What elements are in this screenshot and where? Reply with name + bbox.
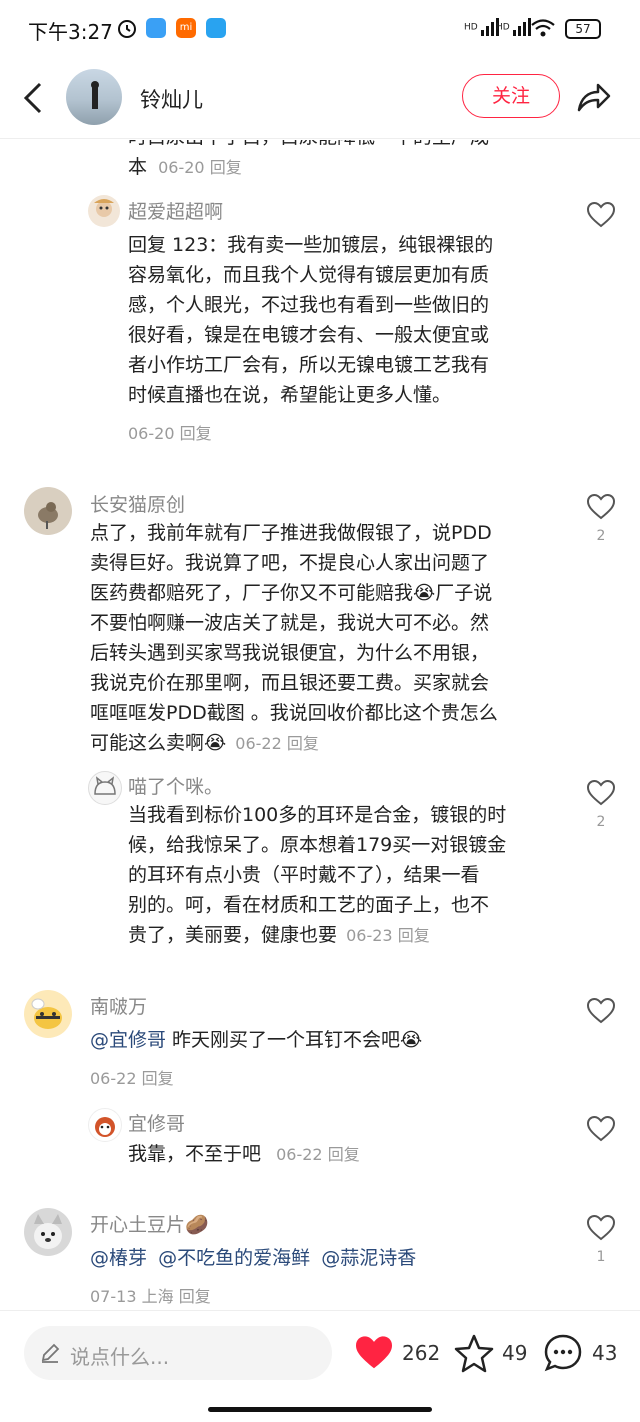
comment-body: 我靠，不至于吧 06-22 回复 [128,1139,568,1169]
mention-link[interactable]: @不吃鱼的爱海鲜 [158,1247,310,1269]
like-filled-icon[interactable] [354,1335,394,1375]
comment-line: 很好看，镍是在电镀才会有、一般太便宜或 [128,324,490,346]
comment-line: 候，给我惊呆了。原本想着179买一对银镀金 [128,834,507,856]
comment-body: @宜修哥 昨天刚买了一个耳钉不会吧😭 06-22 回复 [90,1025,570,1089]
comment-date: 06-22 [276,1145,323,1164]
bottom-bar: 说点什么... 262 49 43 [0,1310,640,1422]
follow-button[interactable]: 关注 [462,74,560,118]
comment-line: 时候直播也在说，希望能让更多人懂。 [128,384,452,406]
mention-link[interactable]: @蒜泥诗香 [321,1247,416,1269]
comment-date: 06-20 [128,424,175,443]
username[interactable]: 铃灿儿 [140,84,203,114]
like-icon[interactable] [586,1115,616,1146]
like-icon[interactable] [586,1214,616,1245]
comment-line: 贵了，美丽要，健康也要 [128,924,338,946]
like-total: 262 [402,1341,441,1365]
commenter-name[interactable]: 长安猫原创 [90,490,185,517]
comment-total: 43 [592,1341,618,1365]
commenter-avatar[interactable] [88,1108,122,1142]
comment-line: 回复 123：我有卖一些加镀层，纯银裸银的 [128,234,494,256]
like-icon[interactable] [586,201,616,232]
comment-body: @椿芽 @不吃鱼的爱海鲜 @蒜泥诗香 07-13 上海 回复 [90,1243,570,1307]
mention-link[interactable]: @椿芽 [90,1247,147,1269]
profile-header: 铃灿儿 关注 [0,60,640,139]
commenter-name[interactable]: 喵了个咪。 [128,772,223,799]
comment-line: 的耳环有点小贵（平时戴不了），结果一看 [128,864,480,886]
commenter-name[interactable]: 南啵万 [90,992,147,1019]
star-icon[interactable] [454,1333,494,1377]
comment-text: 昨天刚买了一个耳钉不会吧😭 [166,1029,423,1051]
user-avatar[interactable] [66,69,122,125]
status-time: 下午3:27 [28,20,113,44]
status-bar: 下午3:27 mi HD HD 57 [0,0,640,60]
comment-line: 容易氧化，而且我个人觉得有镀层更加有质 [128,264,490,286]
commenter-name[interactable]: 宜修哥 [128,1109,185,1136]
reply-link[interactable]: 回复 [179,1287,211,1306]
pencil-icon [40,1343,60,1367]
reply-link[interactable]: 回复 [287,734,319,753]
comment-line: 感，个人眼光，不过我也有看到一些做旧的 [128,294,490,316]
commenter-avatar[interactable] [88,195,120,227]
comment-text: 我靠，不至于吧 [128,1143,262,1165]
commenter-name[interactable]: 超爱超超啊 [128,197,223,224]
comment-body: 回复 123：我有卖一些加镀层，纯银裸银的 容易氧化，而且我个人觉得有镀层更加有… [128,230,568,444]
commenter-avatar[interactable] [24,1208,72,1256]
comment-body: 点了，我前年就有厂子推进我做假银了，说PDD 卖得巨好。我说算了吧，不提良心人家… [90,518,570,758]
comment-line: 后转头遇到买家骂我说银便宜，为什么不用银， [90,642,490,664]
mention-link[interactable]: @宜修哥 [90,1029,166,1051]
like-count: 2 [596,528,606,544]
battery-icon: 57 [565,19,601,39]
reply-link[interactable]: 回复 [398,926,430,945]
comment-line: 别的。呵，看在材质和工艺的面子上，也不 [128,894,490,916]
comment-date: 07-13 上海 [90,1287,174,1306]
like-count: 1 [596,1249,606,1265]
comment-line: 哐哐哐发PDD截图 。我说回收价都比这个贵怎么 [90,702,498,724]
wifi-icon [530,18,556,42]
reply-link[interactable]: 回复 [210,158,242,177]
comment-input[interactable]: 说点什么... [24,1326,332,1380]
comment-input-placeholder: 说点什么... [70,1345,170,1369]
star-total: 49 [502,1341,528,1365]
comment-date: 06-23 [346,926,393,945]
partial-comment: 时白尿出不了白，白尿能降低一半的生产成 本 06-20 回复 [128,140,568,185]
comment-line: 医药费都赔死了，厂子你又不可能赔我😭厂子说 [90,582,493,604]
commenter-avatar[interactable] [24,487,72,535]
reply-link[interactable]: 回复 [328,1145,360,1164]
signal-icon-2: HD [496,18,533,36]
comment-line: 我说克价在那里啊，而且银还要工费。买家就会 [90,672,490,694]
app-notification-icon-2 [206,18,226,38]
back-arrow-icon[interactable] [22,82,44,118]
partial-comment-text: 时白尿出不了白，白尿能降低一半的生产成 [128,140,489,152]
home-indicator [208,1407,432,1412]
commenter-name[interactable]: 开心土豆片🥔 [90,1210,209,1237]
like-icon[interactable] [586,493,616,524]
partial-comment-text-end: 本 [128,156,148,178]
comment-line: 卖得巨好。我说算了吧，不提良心人家出问题了 [90,552,490,574]
comment-date: 06-22 [90,1069,137,1088]
share-icon[interactable] [576,80,612,118]
like-count: 2 [596,814,606,830]
reply-link[interactable]: 回复 [180,424,212,443]
commenter-avatar[interactable] [24,990,72,1038]
comment-line: 当我看到标价100多的耳环是合金，镀银的时 [128,804,507,826]
alarm-icon [116,17,138,43]
mi-icon: mi [176,18,196,38]
app-notification-icon [146,18,166,38]
comment-line: 点了，我前年就有厂子推进我做假银了，说PDD [90,522,492,544]
commenter-avatar[interactable] [88,771,122,805]
comment-line: 者小作坊工厂会有，所以无镍电镀工艺我有 [128,354,490,376]
comment-date: 06-22 [235,734,282,753]
comment-icon[interactable] [543,1333,583,1377]
comment-line: 可能这么卖啊😭 [90,732,227,754]
comment-line: 不要怕啊赚一波店关了就是，我说大可不必。然 [90,612,490,634]
comment-date: 06-20 [158,158,205,177]
reply-link[interactable]: 回复 [142,1069,174,1088]
like-icon[interactable] [586,997,616,1028]
like-icon[interactable] [586,779,616,810]
comment-body: 当我看到标价100多的耳环是合金，镀银的时 候，给我惊呆了。原本想着179买一对… [128,800,568,950]
